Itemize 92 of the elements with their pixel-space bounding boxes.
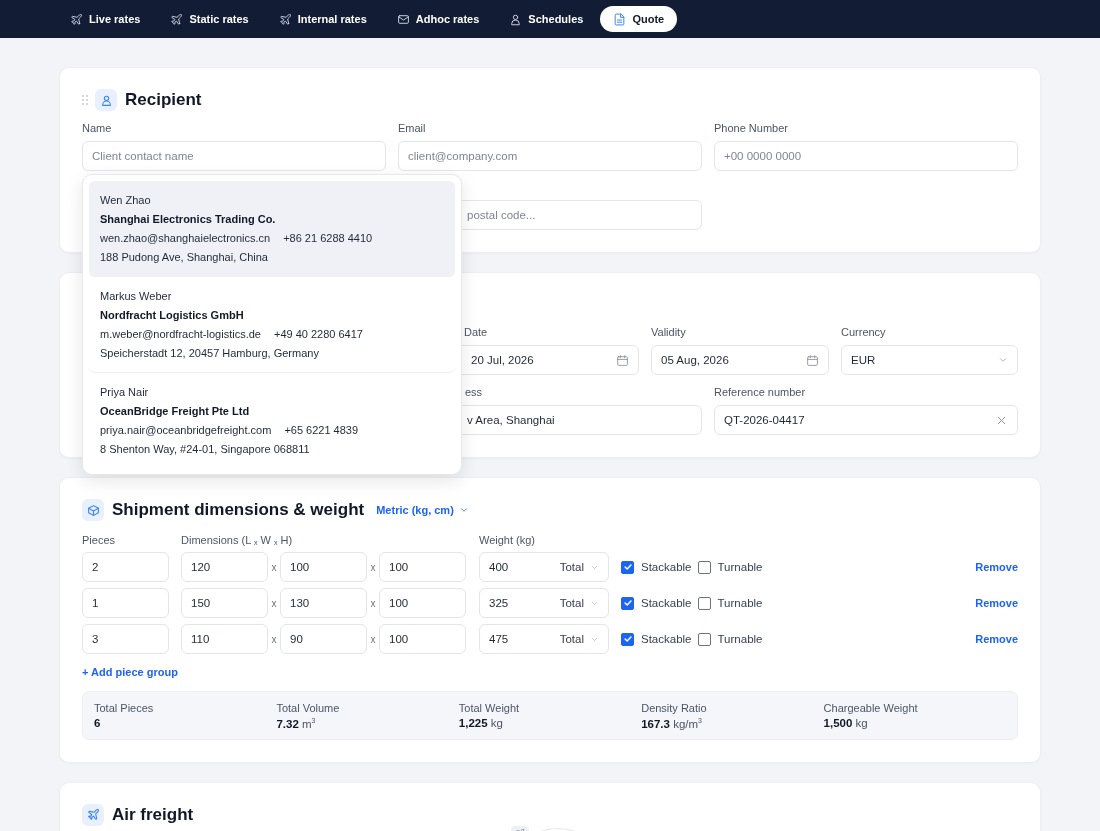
section-title: Shipment dimensions & weight [112, 500, 365, 520]
times-sign: x [369, 561, 377, 573]
summary-value: 167.3 kg/m$^{3}$ [641, 717, 703, 730]
nav-tab[interactable]: Quote [600, 6, 678, 32]
calendar-icon [806, 353, 819, 367]
remove-link[interactable]: Remove [975, 561, 1018, 573]
input-field[interactable]: Client contact name [82, 141, 386, 171]
field-label: ess [465, 386, 484, 399]
times-sign: x [270, 561, 278, 573]
drag-handle-icon[interactable] [81, 94, 89, 106]
weight-field[interactable]: 325 Total [479, 588, 609, 618]
checkbox[interactable] [621, 632, 634, 646]
column-label: Weight (kg) [479, 533, 536, 547]
nav-tab[interactable]: Static rates [157, 6, 262, 32]
cube-icon [86, 503, 100, 517]
column-label: Pieces [82, 533, 117, 547]
field-label: Email [398, 122, 427, 135]
height-field[interactable]: 100 [379, 588, 466, 618]
field-label: Reference number [714, 386, 807, 399]
height-field[interactable]: 100 [379, 552, 466, 582]
summary-value: 6 [94, 717, 102, 729]
pieces-field[interactable]: 1 [82, 588, 169, 618]
nav-tab[interactable]: Adhoc rates [383, 6, 493, 32]
summary-value: 1,500 kg [823, 717, 869, 729]
document-icon [613, 12, 627, 26]
field-label: Validity [651, 326, 687, 339]
checkbox[interactable] [697, 596, 711, 610]
field-label: Date [464, 326, 489, 339]
pieces-field[interactable]: 2 [82, 552, 169, 582]
length-field[interactable]: 150 [181, 588, 268, 618]
checkbox[interactable] [621, 596, 634, 610]
width-field[interactable]: 100 [280, 552, 367, 582]
checkmark-icon [622, 562, 633, 572]
section-title: Recipient [125, 90, 202, 110]
chevron-down-icon [458, 505, 469, 515]
suggestion-item[interactable]: Wen Zhao Shanghai Electronics Trading Co. wen.zhao@shanghaielectronics.cn +86 21 6288 4410 188 Pudong Ave, Shanghai, China [89, 181, 455, 277]
field-label: Name [82, 122, 113, 135]
nav-tab[interactable]: Internal rates [265, 6, 380, 32]
length-field[interactable]: 120 [181, 552, 268, 582]
checkbox[interactable] [697, 632, 711, 646]
checkmark-icon [622, 634, 633, 644]
plane-icon [278, 12, 292, 26]
chevron-down-icon [998, 355, 1008, 365]
plane-icon [70, 12, 83, 26]
person-icon [99, 93, 113, 107]
input-field[interactable]: QT-2026-04417 [714, 405, 1018, 435]
summary-value: 7.32 m$^{3}$ [276, 717, 317, 730]
times-sign: x [270, 597, 278, 609]
times-sign: x [369, 597, 377, 609]
input-field[interactable]: +00 0000 0000 [714, 141, 1018, 171]
checkbox[interactable] [697, 560, 711, 574]
width-field[interactable]: 90 [280, 624, 367, 654]
envelope-icon [396, 12, 410, 26]
nav-tab[interactable]: Schedules [496, 6, 597, 32]
input-field[interactable]: client@company.com [398, 141, 702, 171]
nav-tab[interactable]: Live rates [57, 6, 154, 32]
date-field[interactable]: 05 Aug, 2026 [651, 345, 829, 375]
plane-icon [86, 808, 100, 822]
field-label: Phone Number [714, 122, 789, 135]
summary-label: Chargeable Weight [823, 702, 919, 715]
summary-label: Total Weight [458, 702, 521, 715]
summary-label: Total Pieces [94, 702, 155, 715]
remove-link[interactable]: Remove [975, 597, 1018, 609]
checkbox-label: Stackable [641, 561, 692, 573]
summary-label: Total Volume [276, 702, 341, 715]
length-field[interactable]: 110 [181, 624, 268, 654]
height-field[interactable]: 100 [379, 624, 466, 654]
unit-selector[interactable]: Metric (kg, cm) [376, 504, 469, 516]
plane-icon [170, 12, 184, 26]
pieces-field[interactable]: 3 [82, 624, 169, 654]
checkbox-label: Stackable [641, 597, 692, 609]
times-sign: x [369, 633, 377, 645]
times-sign: x [270, 633, 278, 645]
remove-link[interactable]: Remove [975, 633, 1018, 645]
checkbox-label: Turnable [717, 561, 763, 573]
add-piece-group-link[interactable]: + Add piece group [82, 666, 178, 678]
column-label: Dimensions (L $_{x}$ W $_{x}$ H) [181, 533, 294, 547]
select-field[interactable]: EUR [841, 345, 1018, 375]
summary-label: Density Ratio [641, 702, 708, 715]
checkmark-icon [622, 598, 633, 608]
calendar-icon [616, 353, 629, 367]
width-field[interactable]: 130 [280, 588, 367, 618]
checkbox-label: Stackable [641, 633, 692, 645]
field-label: Currency [841, 326, 887, 339]
checkbox-label: Turnable [717, 597, 763, 609]
person-icon [509, 12, 523, 26]
checkbox[interactable] [621, 560, 634, 574]
section-title: Air freight [112, 804, 194, 825]
weight-field[interactable]: 475 Total [479, 624, 609, 654]
summary-value: 1,225 kg [458, 717, 504, 729]
weight-field[interactable]: 400 Total [479, 552, 609, 582]
checkbox-label: Turnable [717, 633, 763, 645]
